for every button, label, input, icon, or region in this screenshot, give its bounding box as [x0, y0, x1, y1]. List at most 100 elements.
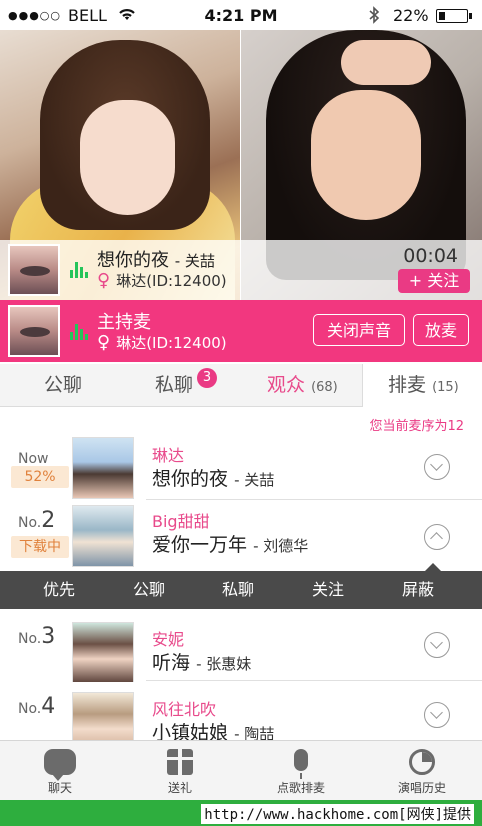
nav-gift[interactable]: 送礼	[120, 741, 240, 801]
now-playing-user: ♀ 琳达(ID:12400)	[97, 270, 227, 291]
female-icon: ♀	[97, 270, 111, 291]
chat-icon	[44, 749, 76, 781]
queue-row[interactable]: No.3 安妮 听海 - 张惠妹	[0, 612, 482, 684]
bottom-nav: 聊天 送礼 点歌排麦 演唱历史	[0, 740, 482, 801]
action-private-chat[interactable]: 私聊	[222, 571, 254, 609]
follow-button[interactable]: + 关注	[398, 269, 470, 293]
equalizer-icon	[70, 260, 88, 278]
song-info: 想你的夜 - 关喆	[152, 464, 274, 491]
song-title: 想你的夜	[97, 250, 169, 271]
chevron-up-icon[interactable]	[424, 524, 450, 550]
photo-hand	[341, 40, 431, 85]
queue-row[interactable]: No.2 下载中 Big甜甜 爱你一万年 - 刘德华	[0, 500, 482, 568]
queue-row[interactable]: No.4 风往北吹 小镇姑娘 - 陶喆	[0, 682, 482, 740]
tab-audience[interactable]: 观众 (68)	[267, 364, 338, 406]
action-block[interactable]: 屏蔽	[402, 571, 434, 609]
rank-number: 2	[41, 508, 56, 533]
tab-count: (15)	[432, 380, 459, 395]
singer-thumbnail[interactable]	[72, 505, 134, 567]
rank-label: No.2	[18, 508, 55, 533]
nav-label: 送礼	[167, 781, 192, 795]
singer-avatar[interactable]	[8, 244, 60, 296]
singer-name: 琳达	[152, 446, 185, 465]
rank-number: 3	[41, 624, 56, 649]
queue-row[interactable]: Now 52% 琳达 想你的夜 - 关喆	[0, 432, 482, 500]
tab-private-chat[interactable]: 私聊	[155, 364, 193, 406]
song-info: 听海 - 张惠妹	[152, 648, 251, 675]
rank-label: No.3	[18, 624, 55, 649]
tab-mic-queue[interactable]: 排麦 (15)	[362, 364, 482, 407]
footer-bar: http://www.hackhome.com[网侠]提供	[0, 800, 482, 826]
host-mic-bar: 主持麦 ♀ 琳达(ID:12400) 关闭声音 放麦	[0, 300, 482, 362]
action-priority[interactable]: 优先	[43, 571, 75, 609]
mute-sound-button[interactable]: 关闭声音	[313, 314, 405, 346]
rank-prefix: No.	[18, 701, 42, 717]
tab-label: 观众	[267, 374, 306, 396]
mic-icon	[294, 749, 308, 779]
nav-label: 演唱历史	[397, 781, 446, 795]
gift-icon	[167, 749, 193, 775]
rank-prefix: No.	[18, 631, 42, 647]
song-artist: - 张惠妹	[196, 655, 252, 673]
watermark: http://www.hackhome.com[网侠]提供	[201, 804, 474, 824]
nav-label: 点歌排麦	[276, 781, 325, 795]
tab-bar: 公聊 私聊 观众 (68) 排麦 (15)	[0, 364, 482, 407]
host-title: 主持麦	[97, 312, 151, 333]
battery-icon	[436, 9, 472, 23]
progress-tag: 52%	[11, 466, 69, 488]
song-info: 小镇姑娘 - 陶喆	[152, 718, 274, 740]
nav-history[interactable]: 演唱历史	[362, 741, 482, 801]
row-divider	[146, 680, 482, 681]
female-icon: ♀	[97, 332, 111, 353]
tab-public-chat[interactable]: 公聊	[44, 364, 82, 406]
equalizer-icon	[70, 322, 88, 340]
bluetooth-icon	[368, 6, 380, 28]
action-follow[interactable]: 关注	[312, 571, 344, 609]
song-artist: - 陶喆	[234, 725, 275, 740]
chevron-down-icon[interactable]	[424, 454, 450, 480]
history-icon	[409, 749, 435, 775]
photo-face	[311, 90, 421, 220]
now-playing-bar: 想你的夜 - 关喆 ♀ 琳达(ID:12400) 00:04 + 关注	[0, 240, 482, 300]
singer-thumbnail[interactable]	[72, 622, 134, 684]
status-bar: ●●●○○ BELL 4:21 PM 22%	[0, 0, 482, 30]
nav-request-song[interactable]: 点歌排麦	[241, 741, 361, 801]
rank-label: No.4	[18, 694, 55, 719]
singer-name: 安妮	[152, 630, 185, 649]
avatar-eye	[20, 266, 50, 276]
song-timer: 00:04	[403, 245, 458, 267]
singer-name: Big甜甜	[152, 512, 210, 531]
nav-label: 聊天	[47, 781, 72, 795]
song-title: 爱你一万年	[152, 534, 248, 556]
song-title: 小镇姑娘	[152, 722, 229, 740]
row-action-bar: 优先 公聊 私聊 关注 屏蔽	[0, 563, 482, 609]
tab-count: (68)	[311, 380, 338, 395]
photo-face	[80, 100, 175, 215]
rank-number: 4	[41, 694, 56, 719]
singer-thumbnail[interactable]	[72, 692, 134, 740]
song-info: 爱你一万年 - 刘德华	[152, 530, 308, 557]
rank-prefix: No.	[18, 515, 42, 531]
nav-chat[interactable]: 聊天	[0, 741, 120, 801]
singer-name: 风往北吹	[152, 700, 217, 719]
user-id: 琳达(ID:12400)	[116, 334, 227, 352]
rank-prefix: Now	[18, 451, 49, 467]
song-title: 听海	[152, 652, 191, 674]
singer-thumbnail[interactable]	[72, 437, 134, 499]
now-playing-song: 想你的夜 - 关喆	[97, 246, 215, 272]
song-title: 想你的夜	[152, 468, 229, 490]
private-chat-badge: 3	[197, 368, 217, 388]
tab-label: 排麦	[388, 374, 427, 396]
avatar-eye	[20, 327, 50, 337]
song-artist: - 关喆	[234, 471, 275, 489]
host-avatar[interactable]	[8, 305, 60, 357]
chevron-down-icon[interactable]	[424, 702, 450, 728]
tab-label: 公聊	[44, 374, 83, 396]
release-mic-button[interactable]: 放麦	[413, 314, 469, 346]
action-public-chat[interactable]: 公聊	[133, 571, 165, 609]
chevron-down-icon[interactable]	[424, 632, 450, 658]
user-id: 琳达(ID:12400)	[116, 272, 227, 290]
song-artist: - 刘德华	[253, 537, 309, 555]
tab-label: 私聊	[155, 374, 194, 396]
download-status-tag: 下载中	[11, 536, 69, 558]
